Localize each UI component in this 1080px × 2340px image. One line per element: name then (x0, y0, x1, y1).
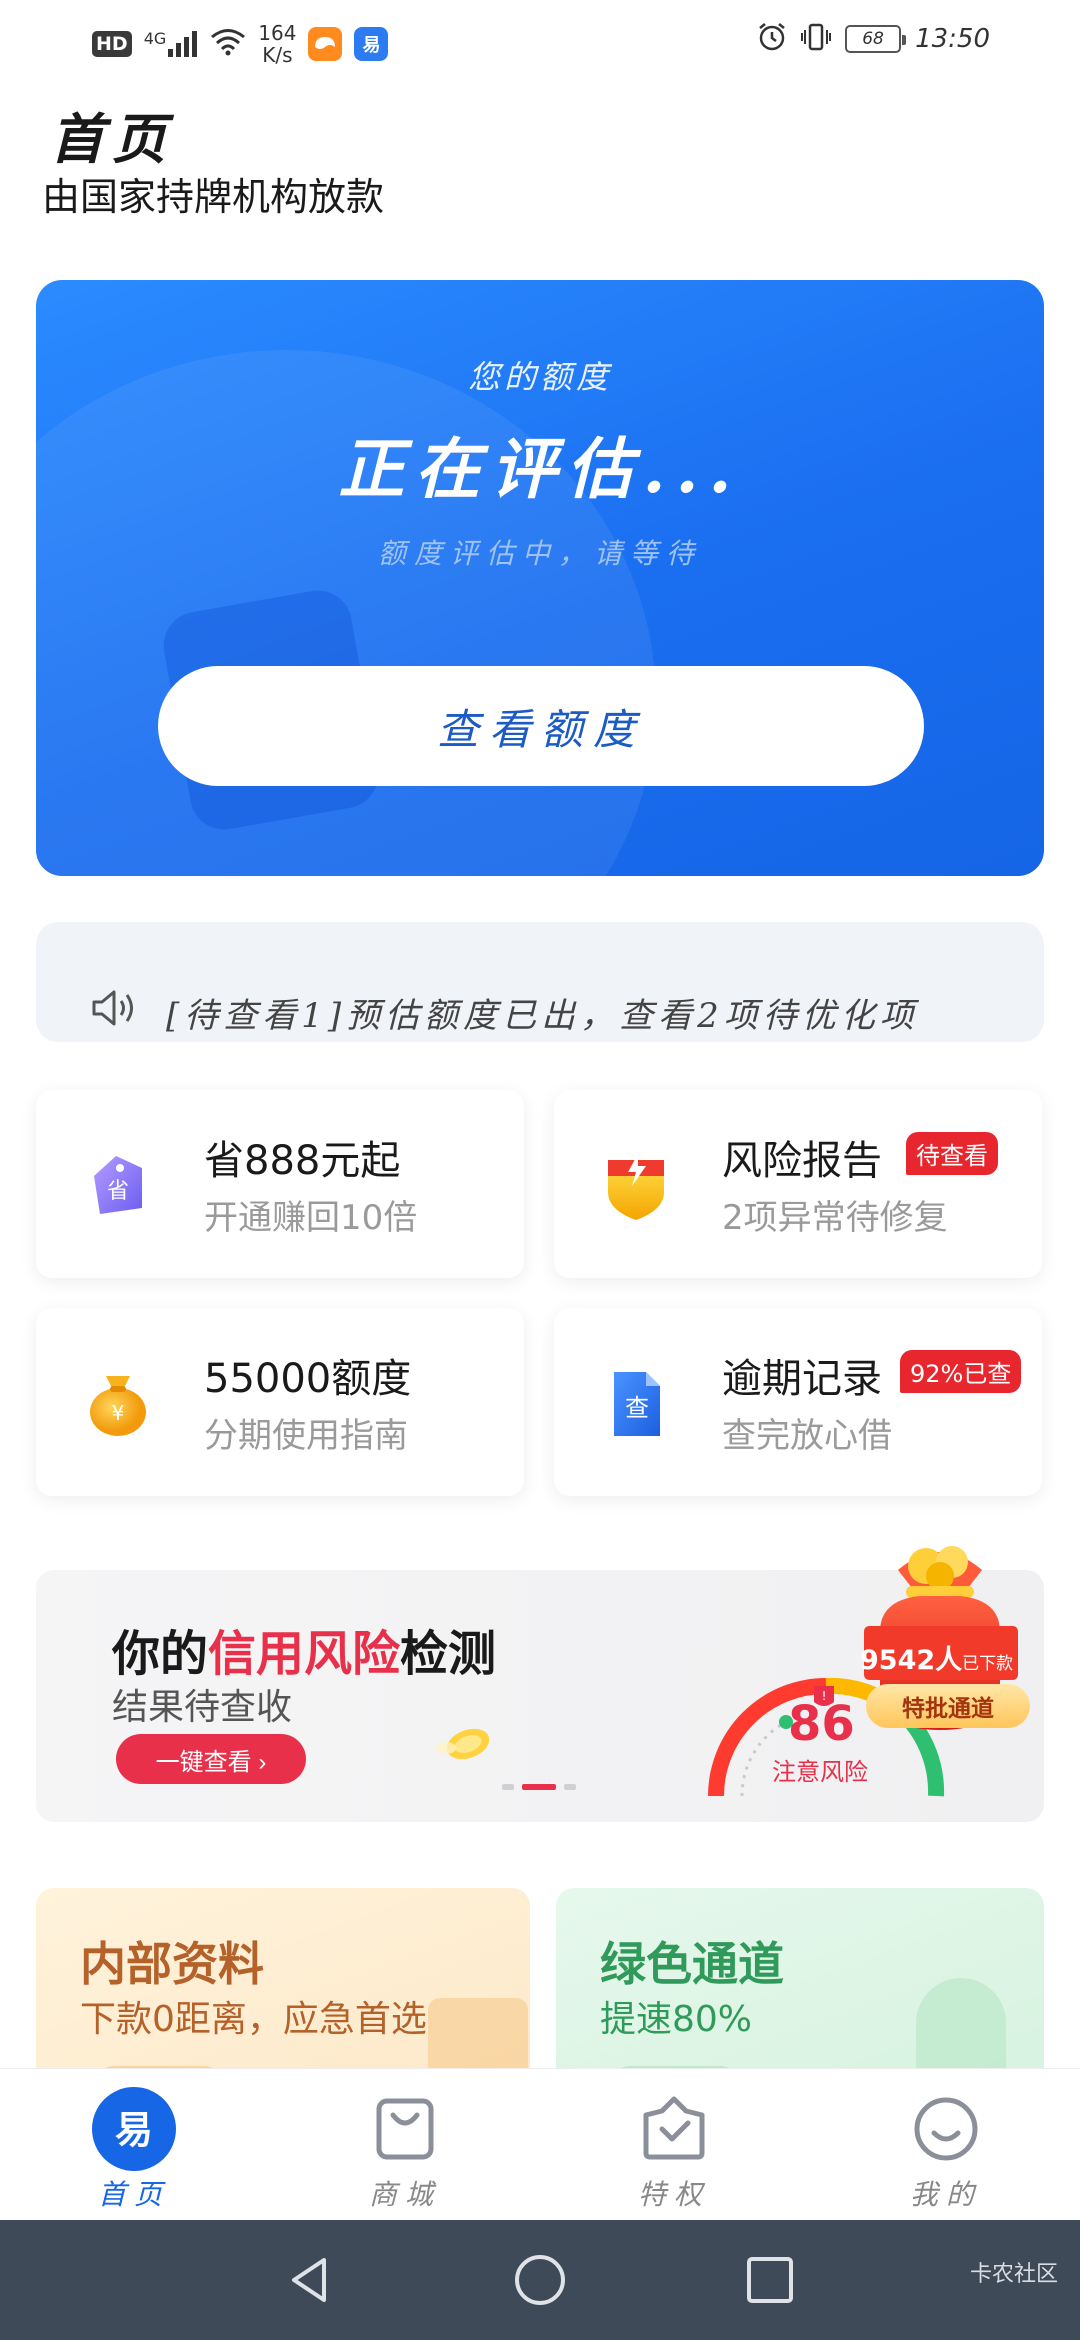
quota-hint: 额度评估中，请等待 (377, 537, 702, 570)
recents-square-icon[interactable] (740, 2250, 800, 2310)
tab-label: 首页 (97, 2178, 170, 2211)
tab-home[interactable]: 易 首页 (34, 2069, 234, 2221)
loan-count: 9542人已下款 (860, 1645, 1014, 1676)
hd-indicator: HD (92, 31, 132, 57)
quota-label: 您的额度 (467, 358, 612, 396)
svg-text:¥: ¥ (112, 1401, 125, 1425)
svg-text:查: 查 (625, 1394, 649, 1422)
feature-title: 省888元起 (204, 1138, 401, 1184)
shopping-bag-icon (363, 2087, 447, 2171)
profile-smile-icon (904, 2087, 988, 2171)
status-bar: HD 4G 164 K/s 易 68 13:50 (0, 0, 1080, 84)
tab-label: 我的 (909, 2178, 982, 2211)
page-subtitle: 由国家持牌机构放款 (42, 175, 385, 219)
carousel-dot (564, 1784, 576, 1790)
special-channel-button[interactable]: 特批通道 (866, 1684, 1030, 1728)
promo-title: 绿色通道 (600, 1937, 784, 1991)
banner-subtitle: 结果待查收 (112, 1687, 293, 1728)
notice-banner[interactable]: [待查看1]预估额度已出，查看2项待优化项 (36, 922, 1044, 1042)
carousel-dot-active (522, 1784, 556, 1790)
status-right: 68 13:50 (757, 22, 990, 56)
wifi-icon (210, 28, 246, 60)
feature-subtitle: 查完放心借 (722, 1416, 892, 1456)
feature-title: 风险报告 (722, 1138, 882, 1184)
network-speed: 164 K/s (258, 21, 297, 67)
clock-time: 13:50 (915, 24, 990, 54)
privilege-icon (632, 2087, 716, 2171)
battery-icon: 68 (845, 25, 907, 53)
coin-icon (432, 1722, 498, 1766)
app-screen: HD 4G 164 K/s 易 68 13:50 首页 由国家持牌机构放款 您的… (0, 0, 1080, 2340)
svg-text:易: 易 (115, 2108, 153, 2152)
system-navigation-bar: 卡农社区 (0, 2220, 1080, 2340)
promo-subtitle: 提速80% (600, 1999, 753, 2040)
carousel-indicator (502, 1784, 576, 1790)
home-circle-icon[interactable] (510, 2250, 570, 2310)
tab-privilege[interactable]: 特权 (574, 2069, 774, 2221)
feature-title: 逾期记录 (722, 1356, 882, 1402)
tag-icon: 省 (80, 1148, 156, 1224)
uc-browser-icon (308, 27, 343, 61)
feature-subtitle: 开通赚回10倍 (204, 1198, 418, 1238)
notice-text: [待查看1]预估额度已出，查看2项待优化项 (166, 996, 919, 1036)
carousel-dot (502, 1784, 514, 1790)
banner-title: 你的信用风险检测 (112, 1626, 497, 1682)
view-quota-button[interactable]: 查看额度 (158, 666, 924, 786)
document-icon: 查 (598, 1366, 674, 1442)
feature-title: 55000额度 (204, 1356, 412, 1402)
feature-card-quota[interactable]: ¥ 55000额度 分期使用指南 (36, 1308, 524, 1496)
home-logo-icon: 易 (92, 2087, 176, 2171)
feature-card-overdue[interactable]: 查 逾期记录 92%已查 查完放心借 (554, 1308, 1042, 1496)
tab-label: 特权 (637, 2178, 710, 2211)
one-click-check-button[interactable]: 一键查看 › (116, 1734, 306, 1784)
bottom-tab-bar: 易 首页 商城 特权 我的 (0, 2068, 1080, 2220)
shield-icon (598, 1148, 674, 1224)
feature-card-savings[interactable]: 省 省888元起 开通赚回10倍 (36, 1090, 524, 1278)
tab-mine[interactable]: 我的 (846, 2069, 1046, 2221)
risk-label: 注意风险 (772, 1758, 868, 1786)
vibrate-icon (801, 22, 832, 56)
quota-status: 正在评估... (338, 430, 742, 508)
feature-card-risk-report[interactable]: 风险报告 待查看 2项异常待修复 (554, 1090, 1042, 1278)
money-bag-icon: ¥ (80, 1366, 156, 1442)
feature-subtitle: 2项异常待修复 (722, 1198, 948, 1238)
promo-title: 内部资料 (80, 1937, 264, 1991)
status-badge: 92%已查 (900, 1350, 1022, 1393)
feature-subtitle: 分期使用指南 (204, 1416, 408, 1456)
signal-icon: 4G (144, 31, 199, 57)
status-left: HD 4G 164 K/s 易 (92, 21, 389, 67)
page-title: 首页 (50, 107, 174, 171)
speaker-icon (90, 988, 138, 1028)
watermark-label: 卡农社区 (969, 2262, 1058, 2287)
tab-shop[interactable]: 商城 (305, 2069, 505, 2221)
tab-label: 商城 (368, 2178, 441, 2211)
svg-text:省: 省 (107, 1179, 129, 1204)
alarm-icon (757, 22, 787, 56)
back-icon[interactable] (280, 2250, 340, 2310)
status-badge: 待查看 (906, 1132, 998, 1175)
app-logo-icon: 易 (354, 27, 389, 61)
quota-card: 您的额度 正在评估... 额度评估中，请等待 查看额度 (36, 280, 1044, 876)
promo-subtitle: 下款0距离，应急首选 (80, 1999, 427, 2040)
